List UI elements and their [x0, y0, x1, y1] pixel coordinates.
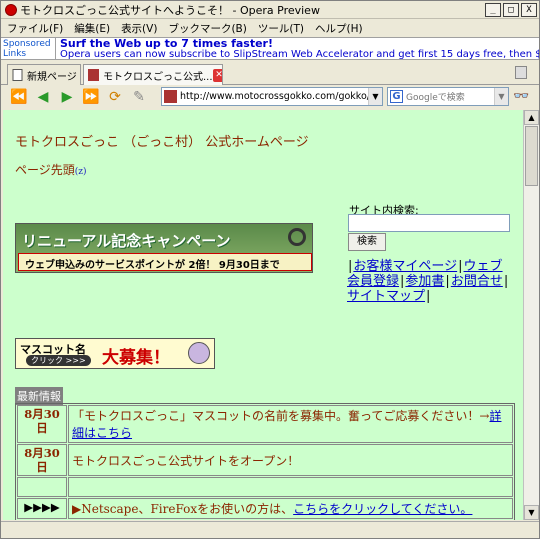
campaign-title: リニューアル記念キャンペーン [22, 232, 231, 250]
opera-icon [5, 3, 17, 16]
trash-icon[interactable] [515, 66, 527, 79]
sponsored-bar[interactable]: Sponsored Links Surf the Web up to 7 tim… [1, 37, 539, 60]
news-date [17, 477, 67, 497]
menu-bar: ファイル(F) 編集(E) 表示(V) ブックマーク(B) ツール(T) ヘルプ… [1, 20, 539, 36]
vertical-scrollbar[interactable]: ▲ ▼ [523, 110, 539, 520]
news-text: モトクロスごっこ公式サイトをオープン！ [68, 444, 513, 476]
chevron-down-icon[interactable]: ▼ [494, 88, 508, 105]
menu-file[interactable]: ファイル(F) [7, 21, 63, 36]
link-entry[interactable]: 参加書 [405, 274, 444, 289]
news-arrows: ▶▶▶▶ [17, 498, 67, 519]
rewind-icon[interactable]: ⏪ [9, 88, 29, 106]
table-row [17, 477, 513, 497]
reload-icon[interactable]: ⟳ [105, 88, 125, 106]
minimize-button[interactable]: _ [485, 2, 501, 17]
news-table: 8月30日 「モトクロスごっこ」マスコットの名前を募集中。奮ってご応募ください！… [15, 403, 515, 520]
search-field[interactable]: G Googleで検索 ▼ [387, 87, 509, 106]
ad-body[interactable]: Opera users can now subscribe to SlipStr… [60, 49, 539, 59]
browser-window: モトクロスごっこ公式サイトへようこそ！ - Opera Preview _ □ … [0, 0, 540, 539]
status-bar [1, 521, 539, 538]
mascot-icon [188, 342, 210, 364]
chevron-down-icon[interactable]: ▼ [368, 88, 382, 105]
window-title: モトクロスごっこ公式サイトへようこそ！ - Opera Preview [20, 3, 320, 17]
close-button[interactable]: X [521, 2, 537, 17]
page-icon [12, 69, 23, 81]
search-placeholder[interactable]: Googleで検索 [406, 90, 465, 103]
news-date: 8月30日 [17, 405, 67, 443]
menu-bookmarks[interactable]: ブックマーク(B) [168, 21, 246, 36]
tab-motocross[interactable]: モトクロスごっこ公式... ✕ [83, 64, 223, 85]
fast-forward-icon[interactable]: ⏩ [81, 88, 101, 106]
forward-icon[interactable]: ▶ [57, 88, 77, 106]
edit-icon[interactable]: ✎ [129, 88, 149, 106]
link-sitemap[interactable]: サイトマップ [347, 289, 425, 304]
news-link[interactable]: こちらをクリックしてください。 [293, 502, 472, 516]
campaign-banner[interactable]: リニューアル記念キャンペーン ウェブ申込みのサービスポイントが 2倍！ 9月30… [15, 223, 313, 273]
site-favicon [88, 69, 99, 81]
news-text: 「モトクロスごっこ」マスコットの名前を募集中。奮ってご応募ください！→詳細はこち… [68, 405, 513, 443]
mascot-click-label: クリック >>> [26, 355, 91, 366]
page-top-label[interactable]: ページ先頭 [15, 163, 75, 177]
link-my-page[interactable]: お客様マイページ [353, 259, 457, 274]
mascot-banner[interactable]: マスコット名 クリック >>> 大募集！ [15, 338, 215, 369]
table-row: ▶▶▶▶ ▶Netscape、FireFoxをお使いの方は、こちらをクリックして… [17, 498, 513, 519]
news-text: ▶Netscape、FireFoxをお使いの方は、こちらをクリックしてください。 [68, 498, 513, 519]
menu-help[interactable]: ヘルプ(H) [315, 21, 363, 36]
page-content: モトクロスごっこ （ごっこ村） 公式ホームページ ページ先頭(z) サイト内検索… [3, 110, 523, 520]
site-title: モトクロスごっこ （ごっこ村） 公式ホームページ [15, 135, 309, 150]
address-bar[interactable]: http://www.motocrossgokko.com/gokko/inde… [161, 87, 383, 106]
zoom-icon[interactable]: 👓 [513, 89, 529, 104]
ad-text[interactable]: Surf the Web up to 7 times faster! Opera… [56, 38, 539, 59]
campaign-strip: ウェブ申込みのサービスポイントが 2倍！ 9月30日まで [18, 253, 312, 271]
maximize-button[interactable]: □ [503, 2, 519, 17]
tab-close-icon[interactable]: ✕ [212, 68, 222, 82]
mascot-big-text: 大募集！ [102, 348, 170, 368]
scroll-down-icon[interactable]: ▼ [524, 505, 539, 520]
google-icon: G [390, 90, 403, 103]
address-input[interactable]: http://www.motocrossgokko.com/gokko/inde… [180, 91, 382, 102]
tab-label: モトクロスごっこ公式... [103, 71, 213, 83]
motorbike-icon [288, 228, 306, 246]
site-favicon [164, 90, 177, 103]
tab-bar: 新規ページ モトクロスごっこ公式... ✕ [1, 61, 539, 85]
scroll-up-icon[interactable]: ▲ [524, 110, 539, 125]
site-search-button[interactable]: 検索 [348, 233, 386, 251]
page-top-key[interactable]: (z) [75, 167, 87, 177]
scroll-thumb[interactable] [525, 126, 538, 186]
back-icon[interactable]: ◀ [33, 88, 53, 106]
tab-label: 新規ページ [27, 71, 77, 83]
title-bar: モトクロスごっこ公式サイトへようこそ！ - Opera Preview _ □ … [1, 1, 539, 19]
news-text [68, 477, 513, 497]
sponsored-label: Sponsored Links [1, 38, 56, 59]
ad-headline[interactable]: Surf the Web up to 7 times faster! [60, 38, 539, 49]
table-row: 8月30日 モトクロスごっこ公式サイトをオープン！ [17, 444, 513, 476]
page-top[interactable]: ページ先頭(z) [15, 161, 87, 178]
site-search-input[interactable] [348, 214, 510, 232]
menu-view[interactable]: 表示(V) [121, 21, 157, 36]
news-body: 「モトクロスごっこ」マスコットの名前を募集中。奮ってご応募ください！→ [72, 409, 490, 423]
table-row: 8月30日 「モトクロスごっこ」マスコットの名前を募集中。奮ってご応募ください！… [17, 405, 513, 443]
news-body: ▶Netscape、FireFoxをお使いの方は、 [72, 502, 294, 516]
menu-tools[interactable]: ツール(T) [258, 21, 304, 36]
site-links: |お客様マイページ|ウェブ会員登録|参加書|お問合せ|サイトマップ| [347, 259, 509, 304]
link-contact[interactable]: お問合せ [451, 274, 503, 289]
tab-new-page[interactable]: 新規ページ [7, 64, 81, 85]
menu-edit[interactable]: 編集(E) [74, 21, 110, 36]
news-date: 8月30日 [17, 444, 67, 476]
